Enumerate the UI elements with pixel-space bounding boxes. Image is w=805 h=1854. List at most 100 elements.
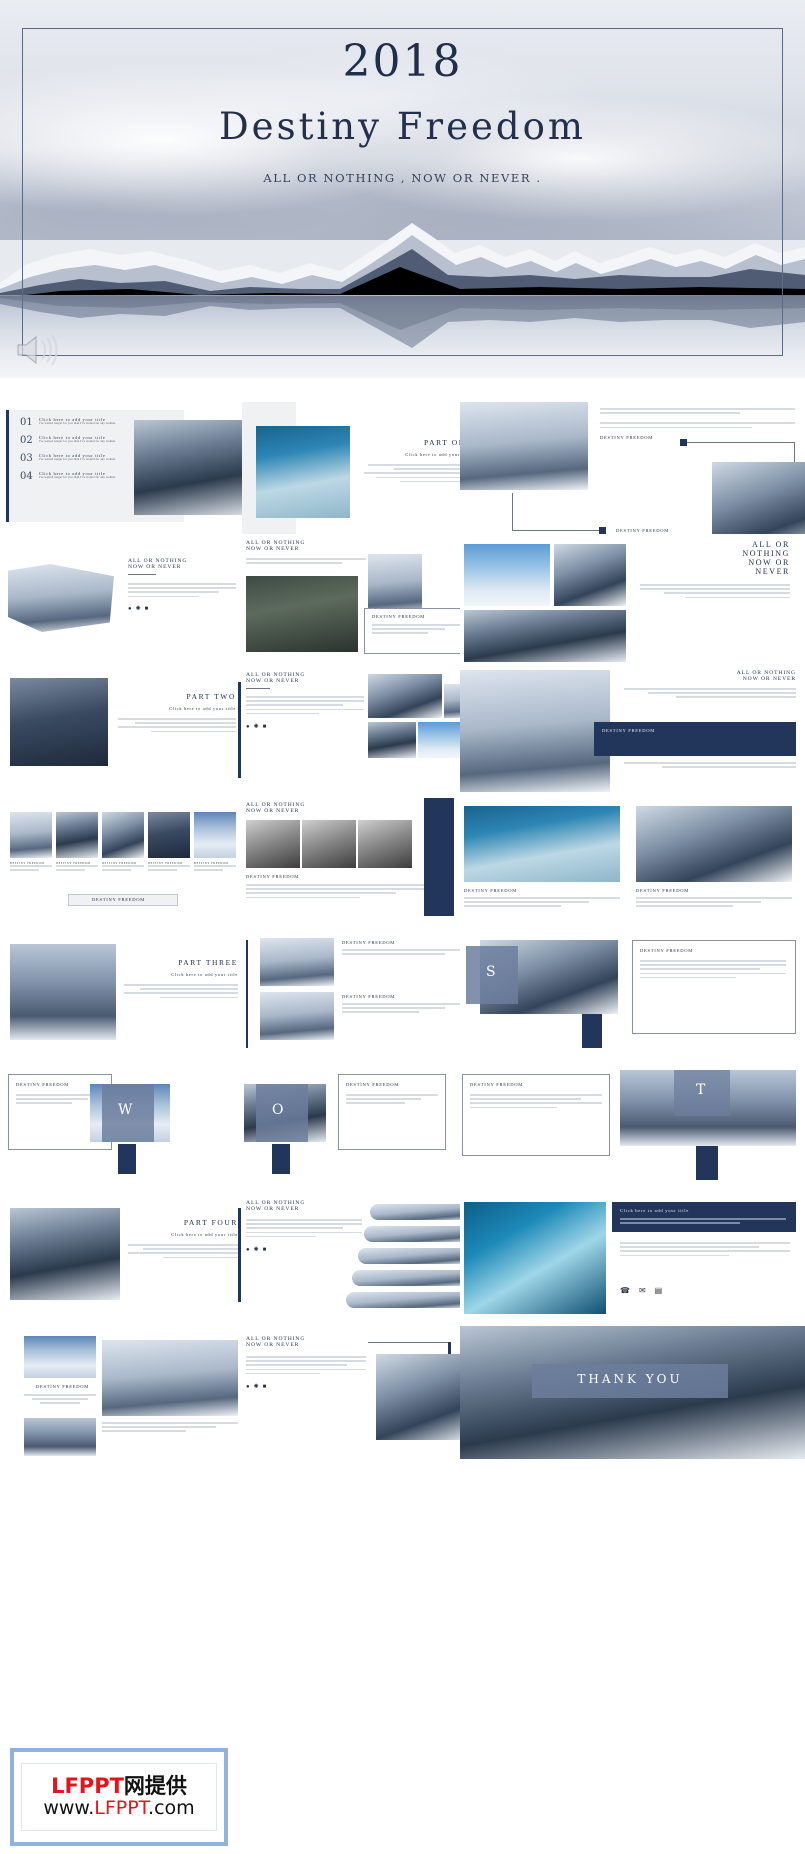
slide-thumbnail-two-photos[interactable]: DESTINY FREEDOM — [6, 1326, 243, 1459]
slide-thumbnail-part-three[interactable]: PART THREE Click here to add your title — [6, 930, 243, 1063]
brand-label: DESTINY FREEDOM — [470, 1082, 524, 1087]
slide-image — [464, 610, 626, 662]
wechat-icon[interactable]: ● — [246, 1247, 250, 1253]
weibo-icon[interactable]: ✺ — [254, 1246, 259, 1253]
slide-thumbnail-thank-you[interactable]: THANK YOU — [460, 1326, 805, 1459]
slide-thumbnail-five-cards[interactable]: DESTINY FREEDOM DESTINY FREEDOM DESTINY … — [6, 798, 243, 931]
tagline-word-1: ALL OR — [752, 540, 790, 549]
social-icons[interactable]: ● ✺ ■ — [246, 723, 364, 731]
slide-thumbnail-swot-o[interactable]: O DESTINY FREEDOM — [242, 1062, 479, 1195]
weibo-icon[interactable]: ✺ — [254, 1383, 259, 1390]
brand-label: DESTINY FREEDOM — [640, 948, 694, 953]
tagline-line-2: NOW OR NEVER — [742, 676, 796, 682]
slide-image — [368, 674, 442, 718]
social-icons[interactable]: ● ✺ ■ — [246, 1246, 362, 1254]
slide-image — [358, 820, 412, 868]
slide-thumbnail-intro[interactable]: DESTINY FREEDOM DESTINY FREEDOM — [460, 402, 805, 535]
briefcase-icon[interactable]: ▤ — [655, 1286, 663, 1295]
slide-thumbnail-swot-w[interactable]: DESTINY FREEDOM W — [6, 1062, 243, 1195]
slide-image — [464, 1202, 606, 1314]
facebook-icon[interactable]: ■ — [263, 1247, 267, 1253]
watermark-url-brand: LFPPT — [94, 1797, 149, 1820]
tagline-line-2: NOW OR NEVER — [246, 808, 300, 814]
watermark-url-suffix: .com — [148, 1797, 195, 1820]
slide-thumbnail-part-two[interactable]: PART TWO Click here to add your title — [6, 666, 243, 799]
slide-thumbnail-mosaic[interactable]: ALL OR NOTHING NOW OR NEVER ● ✺ ■ — [242, 666, 479, 799]
slide-image — [368, 722, 416, 758]
hero-title: Destiny Freedom — [219, 105, 586, 148]
tagline-word-4: NEVER — [755, 567, 790, 576]
slide-thumbnail-two-cards[interactable]: DESTINY FREEDOM DESTINY FREEDOM — [460, 798, 805, 931]
slide-bar — [364, 1226, 474, 1242]
speaker-icon[interactable] — [14, 333, 60, 367]
slide-thumbnail-van[interactable]: ALL OR NOTHING NOW OR NEVER DESTINY FREE… — [242, 534, 479, 667]
wechat-icon[interactable]: ● — [246, 1384, 250, 1390]
slide-thumbnail-shards[interactable]: ALL OR NOTHING NOW OR NEVER ● ✺ ■ — [6, 534, 243, 667]
facebook-icon[interactable]: ■ — [263, 1384, 267, 1390]
watermark-line-2: www.LFPPT.com — [30, 1797, 208, 1820]
facebook-icon[interactable]: ■ — [145, 606, 149, 612]
brand-label: DESTINY FREEDOM — [342, 994, 396, 999]
watermark-brand: LFPPT — [51, 1774, 124, 1798]
brand-label: DESTINY FREEDOM — [342, 940, 396, 945]
hero-text-block: 2018 Destiny Freedom ALL OR NOTHING , NO… — [0, 36, 805, 186]
slide-thumbnail-swot-s[interactable]: S DESTINY FREEDOM — [460, 930, 805, 1063]
section-label: PART TWO — [186, 692, 236, 701]
hero-slide[interactable]: 2018 Destiny Freedom ALL OR NOTHING , NO… — [0, 0, 805, 378]
watermark-inner: LFPPT网提供 www.LFPPT.com — [21, 1763, 217, 1831]
thumbnail-row: DESTINY FREEDOM DESTINY FREEDOM DESTINY … — [0, 792, 805, 931]
agenda-number: 01 — [20, 417, 33, 428]
agenda-number: 02 — [20, 435, 33, 446]
slide-thumbnail-part-four[interactable]: PART FOUR Click here to add your title — [6, 1194, 243, 1327]
thumbnail-row: ALL OR NOTHING NOW OR NEVER ● ✺ ■ ALL OR… — [0, 528, 805, 667]
wechat-icon[interactable]: ● — [128, 606, 132, 612]
slide-image — [148, 812, 190, 858]
tagline-word-2: NOTHING — [742, 549, 790, 558]
slide-thumbnail-wave-contact[interactable]: Click here to add your title ☎ ✉ ▤ — [460, 1194, 805, 1327]
slide-thumbnail-part-one[interactable]: PART ONE Click here to add your title — [242, 402, 479, 535]
thumbnail-row: 01 Click here to add your title I've wai… — [0, 396, 805, 535]
watermark-box: LFPPT网提供 www.LFPPT.com — [10, 1748, 228, 1846]
slide-title: Click here to add your title — [171, 1232, 238, 1237]
brand-label: DESTINY FREEDOM — [602, 728, 656, 733]
hero-mountain-range — [0, 205, 805, 298]
mail-icon[interactable]: ✉ — [639, 1286, 646, 1295]
swot-letter-o: O — [272, 1102, 285, 1118]
brand-label: DESTINY FREEDOM — [600, 435, 654, 441]
watermark-url-prefix: www. — [43, 1797, 95, 1820]
slide-image — [10, 678, 108, 766]
slide-thumbnail-swot-t[interactable]: DESTINY FREEDOM T — [460, 1062, 805, 1195]
swot-letter-s: S — [486, 964, 497, 980]
phone-icon[interactable]: ☎ — [620, 1286, 630, 1295]
slide-image — [460, 402, 588, 490]
slide-image — [712, 462, 805, 535]
tagline-line-2: NOW OR NEVER — [246, 678, 300, 684]
thumbnail-row: DESTINY FREEDOM W O DESTINY FREEDOM DEST… — [0, 1056, 805, 1195]
slide-image — [246, 820, 300, 868]
slide-image — [260, 992, 334, 1040]
slide-thumbnail-agenda[interactable]: 01 Click here to add your title I've wai… — [6, 402, 243, 535]
wechat-icon[interactable]: ● — [246, 724, 250, 730]
slide-image — [464, 544, 550, 606]
brand-label: DESTINY FREEDOM — [36, 1384, 90, 1389]
social-icons[interactable]: ● ✺ ■ — [246, 1383, 366, 1391]
slide-thumbnail-banner[interactable]: ALL OR NOTHING NOW OR NEVER DESTINY FREE… — [460, 666, 805, 799]
slide-thumbnail-ending[interactable]: ALL OR NOTHING NOW OR NEVER ● ✺ ■ — [242, 1326, 479, 1459]
swot-letter-w: W — [118, 1102, 134, 1118]
slide-thumbnail-portraits[interactable]: ALL OR NOTHING NOW OR NEVER DESTINY FREE… — [242, 798, 479, 931]
tagline-line-2: NOW OR NEVER — [246, 1342, 300, 1348]
watermark-line-1: LFPPT网提供 — [30, 1774, 208, 1798]
hero-year: 2018 — [342, 36, 463, 87]
thank-you-text: THANK YOU — [577, 1372, 683, 1386]
slide-image — [194, 812, 236, 858]
social-icons[interactable]: ● ✺ ■ — [128, 605, 236, 613]
weibo-icon[interactable]: ✺ — [136, 605, 141, 612]
slide-image — [10, 812, 52, 858]
slide-image — [10, 944, 116, 1040]
slide-thumbnail-bars[interactable]: ALL OR NOTHING NOW OR NEVER ● ✺ ■ — [242, 1194, 479, 1327]
slide-thumbnail-cloudstack[interactable]: DESTINY FREEDOM DESTINY FREEDOM — [242, 930, 479, 1063]
thumbnail-row: PART FOUR Click here to add your title A… — [0, 1188, 805, 1327]
facebook-icon[interactable]: ■ — [263, 724, 267, 730]
slide-thumbnail-gallery[interactable]: ALL OR NOTHING NOW OR NEVER — [460, 534, 805, 667]
weibo-icon[interactable]: ✺ — [254, 723, 259, 730]
